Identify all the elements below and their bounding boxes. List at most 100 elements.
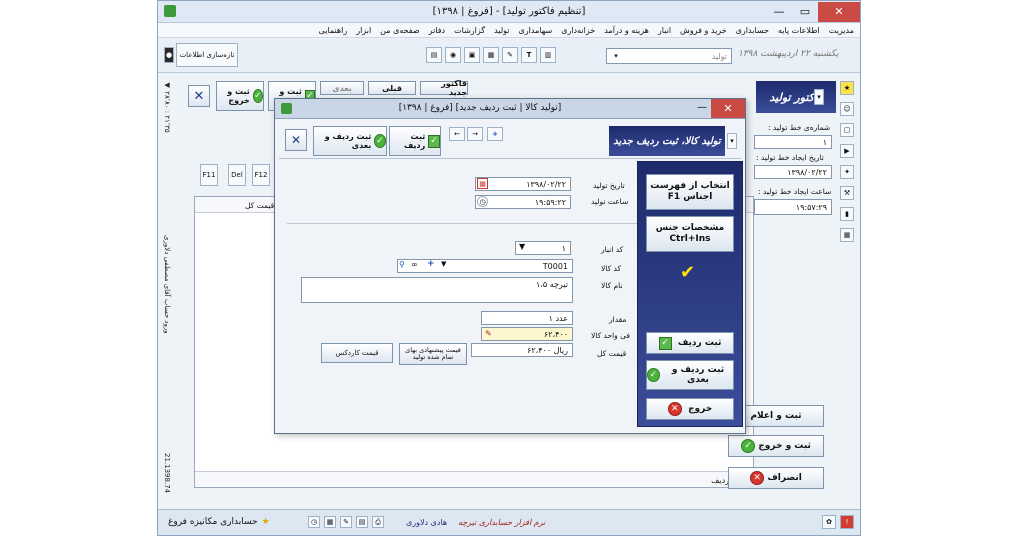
create-date-field[interactable]: ۱۳۹۸/۰۲/۲۲ — [754, 165, 832, 179]
minimize-button[interactable]: — — [697, 102, 707, 113]
line-no-field[interactable]: ۱ — [754, 135, 832, 149]
dialog-close-button[interactable]: ✕ — [711, 99, 745, 118]
row-save-button[interactable]: ثبت ردیف ✓ — [646, 332, 734, 354]
arrow-left-icon[interactable]: ← — [449, 127, 465, 141]
qty-field[interactable]: ۱ عدد — [481, 311, 573, 325]
save-row-button[interactable]: ✓ ثبت ردیف — [389, 126, 441, 156]
earth-icon[interactable]: ◉ — [445, 47, 461, 63]
item-name-field[interactable]: تیرچه ۱،۵ — [301, 277, 573, 303]
printer-icon[interactable]: ⎙ — [372, 516, 384, 528]
next-button[interactable]: بعدی — [320, 81, 364, 95]
form-icon[interactable]: ▤ — [426, 47, 442, 63]
window-title: [فروغ | ۱۳۹۸] - [تنظیم فاکتور تولید] — [432, 6, 586, 17]
prev-button[interactable]: قبلی — [368, 81, 416, 95]
chart-bar-icon[interactable]: ▮ — [840, 207, 854, 221]
unit-price-field[interactable]: ۶۲،۴۰۰ — [481, 327, 573, 341]
new-invoice-button[interactable]: فاکتور جدید — [420, 79, 468, 97]
check-icon: ✓ — [428, 134, 440, 148]
exit-button[interactable]: خروج ✕ — [646, 398, 734, 420]
close-form-button[interactable]: ✕ — [188, 85, 210, 107]
x-circle-icon: ✕ — [667, 402, 682, 416]
refresh-data-button[interactable]: تازه‌سازی اطلاعات — [176, 43, 238, 67]
text-icon[interactable]: T — [521, 47, 537, 63]
title-bar: [فروغ | ۱۳۹۸] - [تنظیم فاکتور تولید] — ▭… — [158, 1, 860, 23]
create-date-label: تاریخ ایجاد خط تولید : — [756, 153, 824, 162]
cardex-price-button[interactable]: قیمت کاردکس — [321, 343, 393, 363]
row-label: ردیف — [711, 476, 729, 485]
menu-item[interactable]: راهنمایی — [319, 26, 348, 35]
prod-time-field[interactable]: ۱۹:۵۹:۲۲ — [475, 195, 571, 209]
cancel-button[interactable]: انصراف ✕ — [728, 467, 824, 489]
menu-item[interactable]: خزانه‌داری — [561, 26, 595, 35]
pick-list-button[interactable]: انتخاب از فهرست اجناس F1 — [646, 174, 734, 210]
f11-button[interactable]: F11 — [200, 164, 218, 186]
total-field[interactable]: ۶۲،۴۰۰ ریال — [471, 343, 573, 357]
prod-date-field[interactable]: ۱۳۹۸/۰۲/۲۲ — [475, 177, 571, 191]
save-next-button[interactable]: ✓ ثبت ردیف و بعدی — [313, 126, 387, 156]
date-text: یکشنبه ۲۲ اردیبهشت ۱۳۹۸ — [738, 49, 839, 59]
form-header: فاکتور تولید — [756, 81, 836, 113]
clock-icon[interactable]: ◷ — [308, 516, 320, 528]
chevron-down-icon[interactable]: ▾ — [610, 50, 622, 62]
table-icon[interactable]: ▥ — [540, 47, 556, 63]
menu-item[interactable]: حسابداری — [736, 26, 769, 35]
chevron-down-icon[interactable]: ▾ — [814, 89, 824, 105]
close-dialog-button[interactable]: ✕ — [285, 129, 307, 151]
item-code-field[interactable]: T0001 — [397, 259, 573, 273]
clock-icon[interactable]: ◷ — [477, 196, 488, 207]
star-icon[interactable]: ★ — [840, 81, 854, 95]
monitor-icon[interactable]: ▣ — [464, 47, 480, 63]
folder-icon[interactable]: ▤ — [356, 516, 368, 528]
alert-icon[interactable]: ! — [840, 515, 854, 529]
calendar-icon[interactable]: ▦ — [477, 178, 488, 189]
status-right-icons: ✿ ! — [822, 515, 854, 529]
binoculars-icon[interactable]: ∞ — [411, 260, 418, 269]
dialog-side-panel: انتخاب از فهرست اجناس F1 مشخصات جنس Ctrl… — [637, 161, 743, 427]
menu-item[interactable]: گزارشات — [454, 26, 485, 35]
item-spec-button[interactable]: مشخصات جنس Ctrl+Ins — [646, 216, 734, 252]
delete-row-button[interactable]: Del — [228, 164, 246, 186]
menu-item[interactable]: انبار — [658, 26, 671, 35]
menu-item[interactable]: تولید — [494, 26, 509, 35]
menu-item[interactable]: خرید و فروش — [680, 26, 727, 35]
truck-icon[interactable]: ▶ — [840, 144, 854, 158]
menu-item[interactable]: مدیریت — [829, 26, 854, 35]
menu-item[interactable]: اطلاعات پایه — [778, 26, 820, 35]
save-exit-button[interactable]: ✓ ثبت و خروج — [216, 81, 264, 111]
menu-item[interactable]: سهامداری — [519, 26, 553, 35]
qty-label: مقدار — [609, 315, 627, 324]
note-icon[interactable]: ✎ — [340, 516, 352, 528]
f12-button[interactable]: F12 — [252, 164, 270, 186]
menu-item[interactable]: صفحه‌ی من — [380, 26, 419, 35]
plus-icon[interactable]: + — [487, 127, 503, 141]
flower-icon[interactable]: ✿ — [822, 515, 836, 529]
edit-icon[interactable]: ✎ — [502, 47, 518, 63]
menu-item[interactable]: دفاتر — [429, 26, 445, 35]
app-name: ★ حسابداری مکانیزه فروغ — [168, 517, 270, 527]
menu-item[interactable]: ابزار — [356, 26, 371, 35]
user-name: هادی دلاوری — [406, 518, 448, 527]
create-time-field[interactable]: ۱۹:۵۷:۲۹ — [754, 199, 832, 215]
box-icon[interactable]: ▢ — [840, 123, 854, 137]
arrow-right-icon[interactable]: → — [467, 127, 483, 141]
save-and-exit-button[interactable]: ثبت و خروج ✓ — [728, 435, 824, 457]
handshake-icon[interactable]: ✦ — [840, 165, 854, 179]
chevron-down-icon[interactable]: ▾ — [727, 133, 737, 149]
item-code-label: کد کالا — [601, 264, 622, 273]
search-icon[interactable]: ⚲ — [399, 260, 405, 269]
search-input[interactable]: تولید — [606, 48, 732, 64]
row-save-next-button[interactable]: ثبت ردیف و بعدی ✓ — [646, 360, 734, 390]
chart-icon[interactable]: ▦ — [483, 47, 499, 63]
menu-bar: مدیریت اطلاعات پایه حسابداری خرید و فروش… — [158, 23, 860, 38]
pen-icon[interactable]: ✎ — [485, 329, 492, 338]
hammer-icon[interactable]: ⚒ — [840, 186, 854, 200]
pin-icon[interactable]: ● — [164, 47, 174, 63]
plus-icon[interactable]: + — [427, 259, 435, 269]
people-icon[interactable]: ☺ — [840, 102, 854, 116]
chevron-down-icon[interactable]: ▼ — [441, 260, 446, 268]
calculator-icon[interactable]: ▦ — [324, 516, 336, 528]
calc-icon[interactable]: ▦ — [840, 228, 854, 242]
chevron-down-icon[interactable]: ▼ — [519, 242, 525, 251]
suggest-price-button[interactable]: قیمت پیشنهادی بهای تمام شده تولید — [399, 343, 467, 365]
menu-item[interactable]: هزینه و درآمد — [604, 26, 649, 35]
